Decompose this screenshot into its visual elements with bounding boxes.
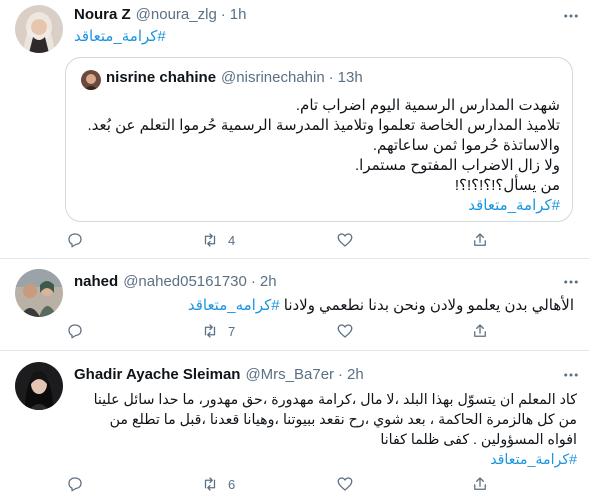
more-options-button[interactable]: [561, 6, 581, 26]
quote-line: ولا زال الاضراب المفتوح مستمرا.: [355, 157, 560, 174]
quote-line: من يسأل؟!؟!؟!؟!: [454, 177, 560, 194]
share-button[interactable]: [471, 475, 489, 493]
share-button[interactable]: [471, 322, 489, 340]
avatar[interactable]: [15, 362, 63, 410]
heart-icon: [337, 324, 353, 338]
more-options-button[interactable]: [561, 272, 581, 292]
retweet-icon: [204, 477, 216, 491]
retweet-icon: [204, 233, 216, 247]
separator-dot: ·: [328, 69, 334, 86]
tweet-header: nahed @nahed05161730 · 2h: [74, 273, 277, 290]
reply-button[interactable]: [66, 231, 93, 249]
like-button[interactable]: [336, 231, 363, 249]
hashtag-link[interactable]: #كرامه_متعاقد: [188, 297, 280, 314]
user-handle[interactable]: @noura_zlg: [136, 6, 217, 23]
tweet-text: كاد المعلم ان يتسوّل بهذا البلد ،لا مال …: [67, 390, 577, 470]
like-button[interactable]: [336, 475, 363, 493]
separator-dot: ·: [338, 366, 344, 383]
retweet-icon: [204, 324, 216, 338]
display-name[interactable]: Ghadir Ayache Sleiman: [74, 366, 240, 383]
share-button[interactable]: [471, 231, 489, 249]
reply-icon: [68, 477, 82, 492]
quote-hashtag[interactable]: #كرامة_متعاقد: [80, 196, 560, 216]
retweet-button[interactable]: 7: [201, 322, 235, 340]
avatar[interactable]: [15, 269, 63, 317]
quote-header: nisrine chahine @nisrinechahin · 13h: [106, 69, 363, 86]
retweet-button[interactable]: 6: [201, 475, 235, 493]
user-handle[interactable]: @Mrs_Ba7er: [245, 366, 334, 383]
user-handle[interactable]: @nahed05161730: [123, 273, 247, 290]
tweet-header: Noura Z @noura_zlg · 1h: [74, 6, 246, 23]
tweet-header: Ghadir Ayache Sleiman @Mrs_Ba7er · 2h: [74, 366, 364, 383]
quote-avatar: [81, 70, 101, 90]
separator-dot: ·: [250, 273, 256, 290]
reply-icon: [68, 233, 82, 248]
avatar[interactable]: [15, 5, 63, 53]
tweet-text-body: الأهالي بدن يعلمو ولادن ونحن بدنا نطعمي …: [279, 297, 574, 314]
tweet-line: كاد المعلم ان يتسوّل بهذا البلد ،لا مال …: [93, 392, 577, 408]
timestamp[interactable]: 2h: [347, 366, 364, 383]
heart-icon: [337, 477, 353, 491]
more-icon: [564, 373, 578, 377]
quote-display-name: nisrine chahine: [106, 69, 217, 86]
like-button[interactable]: [336, 322, 363, 340]
heart-icon: [337, 233, 353, 247]
tweet-3[interactable]: Ghadir Ayache Sleiman @Mrs_Ba7er · 2h كا…: [0, 351, 589, 500]
retweet-count: 7: [228, 323, 236, 339]
retweet-button[interactable]: 4: [201, 231, 235, 249]
retweet-count: 6: [228, 476, 236, 492]
tweet-text: الأهالي بدن يعلمو ولادن ونحن بدنا نطعمي …: [74, 296, 574, 316]
display-name[interactable]: Noura Z: [74, 6, 131, 23]
separator-dot: ·: [220, 6, 226, 23]
action-bar: 4: [66, 231, 566, 251]
reply-button[interactable]: [66, 475, 93, 493]
quote-user-handle: @nisrinechahin: [221, 69, 325, 86]
more-icon: [564, 280, 578, 284]
quote-timestamp: 13h: [337, 69, 363, 86]
quote-line: شهدت المدارس الرسمية اليوم اضراب تام.: [295, 97, 560, 114]
quote-text: شهدت المدارس الرسمية اليوم اضراب تام. تل…: [80, 96, 560, 216]
timestamp[interactable]: 1h: [230, 6, 247, 23]
share-icon: [474, 477, 486, 490]
quote-line: والاساتذة حُرموا ثمن ساعاتهم.: [372, 137, 560, 154]
more-options-button[interactable]: [561, 365, 581, 385]
action-bar: 6: [66, 475, 566, 495]
tweet-1[interactable]: Noura Z @noura_zlg · 1h #كرامة_متعاقد ni…: [0, 0, 589, 262]
tweet-line: افواه المسؤولين . كفى ظلما كفانا: [380, 432, 577, 448]
hashtag-link[interactable]: #كرامة_متعاقد: [74, 27, 174, 47]
tweet-2[interactable]: nahed @nahed05161730 · 2h الأهالي بدن يع…: [0, 259, 589, 351]
quoted-tweet[interactable]: nisrine chahine @nisrinechahin · 13h شهد…: [65, 57, 573, 222]
display-name[interactable]: nahed: [74, 273, 118, 290]
more-icon: [564, 14, 578, 18]
hashtag-link[interactable]: #كرامة_متعاقد: [67, 450, 577, 470]
reply-icon: [68, 324, 82, 339]
reply-button[interactable]: [66, 322, 93, 340]
share-icon: [474, 233, 486, 246]
quote-line: تلاميذ المدارس الخاصة تعلموا وتلاميذ الم…: [87, 117, 560, 134]
tweet-line: من كل هالزمرة الحاكمة ، بعد شوي ،رح نقعد…: [109, 412, 577, 428]
timestamp[interactable]: 2h: [260, 273, 277, 290]
action-bar: 7: [66, 322, 566, 342]
retweet-count: 4: [228, 232, 236, 248]
share-icon: [474, 324, 486, 337]
